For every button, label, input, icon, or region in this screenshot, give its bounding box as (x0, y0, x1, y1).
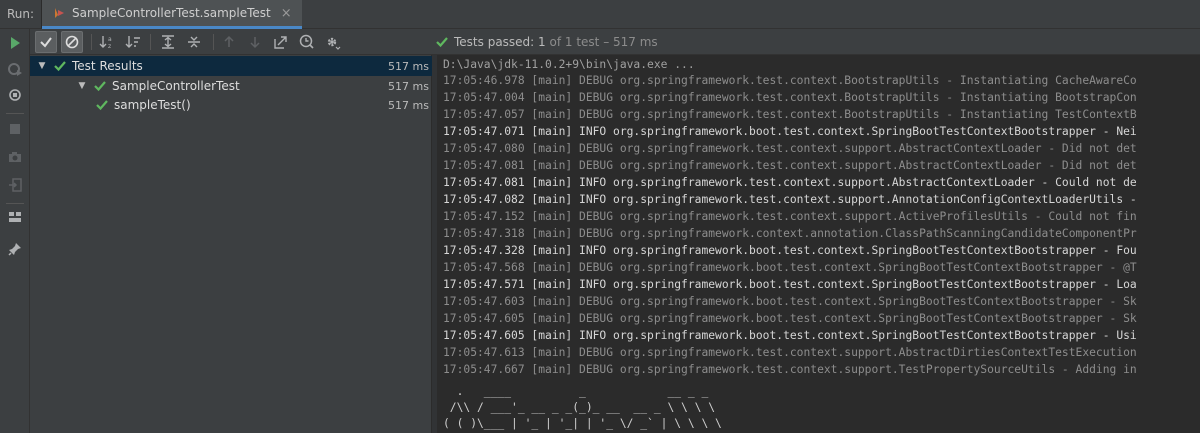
sort-alpha-icon[interactable]: az (96, 31, 118, 53)
tests-passed-count: 1 (538, 34, 546, 49)
left-toolbar (0, 29, 30, 433)
toggle-auto-test-icon[interactable] (5, 85, 25, 105)
tree-item-label: sampleTest() (114, 98, 191, 112)
console-line: 17:05:47.057 [main] DEBUG org.springfram… (443, 108, 1137, 121)
console-line: 17:05:47.571 [main] INFO org.springframe… (443, 278, 1137, 291)
layout-icon[interactable] (5, 207, 25, 227)
tests-passed-summary: Tests passed: 1 of 1 test – 517 ms (454, 35, 658, 49)
run-config-icon (52, 6, 66, 20)
console-line: . ____ _ __ _ _ (443, 385, 709, 398)
console-line: 17:05:47.603 [main] DEBUG org.springfram… (443, 295, 1137, 308)
show-passed-icon[interactable] (35, 31, 57, 53)
settings-icon[interactable] (322, 31, 344, 53)
console-line: 17:05:47.081 [main] INFO org.springframe… (443, 176, 1137, 189)
console-line: 17:05:47.568 [main] DEBUG org.springfram… (443, 261, 1137, 274)
console-line: ( ( )\___ | '_ | '_| | '_ \/ _` | \ \ \ … (443, 417, 722, 430)
exit-icon[interactable] (5, 175, 25, 195)
sort-duration-icon[interactable] (122, 31, 144, 53)
console-line: 17:05:47.318 [main] DEBUG org.springfram… (443, 227, 1137, 240)
console-line: 17:05:47.328 [main] INFO org.springframe… (443, 244, 1137, 257)
console-line: 17:05:47.080 [main] DEBUG org.springfram… (443, 142, 1137, 155)
console-line: 17:05:47.605 [main] DEBUG org.springfram… (443, 312, 1137, 325)
tree-item-sample-test[interactable]: sampleTest() 517 ms (30, 95, 432, 115)
export-icon[interactable] (270, 31, 292, 53)
next-test-icon[interactable] (244, 31, 266, 53)
history-icon[interactable] (296, 31, 318, 53)
check-icon (436, 36, 448, 48)
check-icon (95, 98, 109, 112)
test-toolbar: az (30, 29, 432, 55)
console-output[interactable]: D:\Java\jdk-11.0.2+9\bin\java.exe ... 17… (437, 55, 1200, 433)
test-status-bar: Tests passed: 1 of 1 test – 517 ms (432, 29, 1200, 55)
console-line: 17:05:46.978 [main] DEBUG org.springfram… (443, 74, 1137, 87)
run-tab[interactable]: SampleControllerTest.sampleTest × (42, 0, 302, 29)
rerun-failed-icon[interactable] (5, 59, 25, 79)
console-line: 17:05:47.082 [main] INFO org.springframe… (443, 193, 1137, 206)
check-icon (93, 79, 107, 93)
console-line: 17:05:47.667 [main] DEBUG org.springfram… (443, 363, 1137, 376)
previous-test-icon[interactable] (218, 31, 240, 53)
tree-item-test-results[interactable]: ▼ Test Results 517 ms (30, 56, 432, 76)
pin-icon[interactable] (5, 239, 25, 259)
console-line: 17:05:47.605 [main] INFO org.springframe… (443, 329, 1137, 342)
tests-passed-rest: of 1 test – 517 ms (549, 34, 658, 49)
console-line: 17:05:47.152 [main] DEBUG org.springfram… (443, 210, 1137, 223)
rerun-icon[interactable] (5, 33, 25, 53)
tree-item-time: 517 ms (388, 59, 429, 73)
tree-item-time: 517 ms (388, 98, 429, 112)
console-line: D:\Java\jdk-11.0.2+9\bin\java.exe ... (443, 58, 695, 71)
svg-text:z: z (108, 43, 111, 49)
console-line: 17:05:47.081 [main] DEBUG org.springfram… (443, 159, 1137, 172)
console-line: 17:05:47.613 [main] DEBUG org.springfram… (443, 346, 1137, 359)
show-ignored-icon[interactable] (61, 31, 83, 53)
stop-icon[interactable] (5, 119, 25, 139)
console-line: 17:05:47.071 [main] INFO org.springframe… (443, 125, 1137, 138)
close-icon[interactable]: × (281, 6, 292, 21)
console-line: 17:05:47.004 [main] DEBUG org.springfram… (443, 91, 1137, 104)
run-label: Run: (0, 0, 42, 28)
expand-all-icon[interactable] (157, 31, 179, 53)
collapse-all-icon[interactable] (183, 31, 205, 53)
svg-text:a: a (108, 36, 112, 43)
console-line: /\\ / ___'_ __ _ _(_)_ __ __ _ \ \ \ \ (443, 401, 716, 414)
test-results-tree: ▼ Test Results 517 ms ▼ SampleController… (30, 55, 432, 433)
chevron-down-icon[interactable]: ▼ (76, 81, 88, 91)
check-icon (53, 59, 67, 73)
tree-item-time: 517 ms (388, 79, 429, 93)
tree-item-label: Test Results (72, 59, 143, 73)
tree-item-sample-controller-test[interactable]: ▼ SampleControllerTest 517 ms (30, 76, 432, 96)
run-tab-bar: Run: SampleControllerTest.sampleTest × (0, 0, 1200, 29)
chevron-down-icon[interactable]: ▼ (36, 61, 48, 71)
run-tab-title: SampleControllerTest.sampleTest (72, 6, 271, 20)
tests-passed-prefix: Tests passed: (454, 34, 535, 49)
tree-item-label: SampleControllerTest (112, 79, 240, 93)
screenshot-icon[interactable] (5, 147, 25, 167)
